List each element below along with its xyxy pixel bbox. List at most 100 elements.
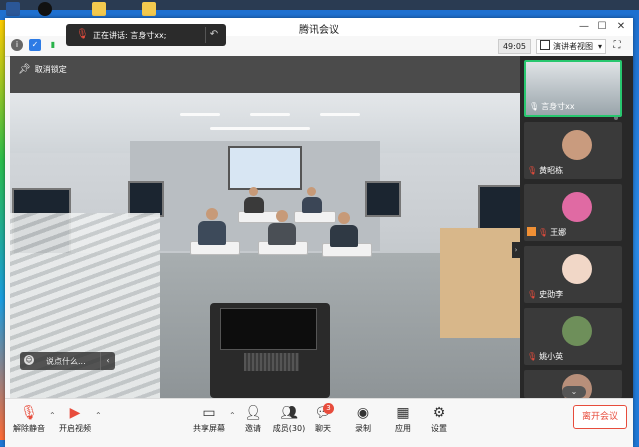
meeting-timer: 49:05 [498, 39, 531, 54]
video-person [198, 221, 226, 245]
camera-off-icon: ▶︎ [69, 405, 81, 421]
participant-name: 姚小英 [539, 352, 564, 361]
speaking-indicator: 🎙︎ 正在讲话: 言身寸xx; ↶ [66, 24, 226, 46]
settings-label: 设置 [431, 424, 447, 433]
participant-avatar [562, 130, 592, 160]
participant-name: 黄昭栋 [539, 166, 564, 175]
mic-muted-icon: 🎙︎ [20, 405, 38, 421]
unmute-button[interactable]: 🎙︎ 解除静音 [7, 403, 51, 434]
ceiling-light [210, 127, 310, 130]
signal-icon[interactable]: ▮ [47, 39, 59, 51]
leave-meeting-button[interactable]: 离开会议 [573, 405, 627, 429]
meeting-window: 腾讯会议 — ☐ ✕ i ✓ ▮ 49:05 演讲者视图▾ ⛶ 📌︎取消锁定 [5, 18, 633, 447]
video-person [330, 225, 358, 247]
participant-tile[interactable]: 🎙︎ 史劭李 [524, 246, 622, 303]
collapse-icon[interactable]: ↶ [205, 27, 222, 43]
ceiling-light [250, 113, 290, 116]
video-person-head [307, 187, 316, 196]
participant-tile[interactable]: 🎙︎ 黄昭栋 [524, 122, 622, 179]
share-screen-icon: ▭ [202, 405, 216, 421]
pin-icon: 📌︎ [18, 64, 31, 75]
record-icon: ◉ [356, 405, 370, 421]
video-person [268, 223, 296, 245]
chevron-left-icon[interactable]: ‹ [100, 352, 115, 370]
desktop-icon-app[interactable] [38, 2, 52, 16]
info-icon[interactable]: i [11, 39, 23, 51]
chat-input-bubble[interactable]: ☺ 说点什么... ‹ [20, 352, 115, 370]
ceiling-light [320, 113, 360, 116]
share-screen-button[interactable]: ▭ 共享屏幕 [187, 403, 231, 434]
desktop-icon-folder[interactable] [92, 2, 106, 16]
shield-icon[interactable]: ✓ [29, 39, 41, 51]
participant-name-row: 🎙︎ 王娜 [527, 227, 566, 238]
chevron-right-icon[interactable]: › [512, 242, 520, 258]
video-stacked-chairs [10, 213, 160, 398]
mic-icon: 🎙︎ [529, 102, 540, 111]
video-podium-keyboard [244, 353, 299, 371]
participant-tile[interactable]: 🎙︎ 姚小英 [524, 308, 622, 365]
mic-muted-icon: 🎙︎ [527, 290, 538, 299]
participant-name-row: 🎙︎ 黄昭栋 [527, 165, 563, 176]
participant-name: 王娜 [550, 228, 567, 237]
participant-avatar [562, 316, 592, 346]
control-bar: 🎙︎ 解除静音 ⌃ ▶︎ 开启视频 ⌃ ▭ 共享屏幕 ⌃ 👤︎ 邀请 👥︎ 成员… [5, 398, 633, 447]
participant-avatar [562, 192, 592, 222]
mic-muted-icon: 🎙︎ [538, 228, 549, 237]
chat-face-icon: ☺ [24, 355, 34, 365]
mic-icon: 🎙︎ [76, 29, 89, 40]
participant-name-row: 🎙︎ 史劭李 [527, 289, 563, 300]
chevron-down-icon[interactable]: ⌄ [562, 386, 586, 398]
fullscreen-icon[interactable]: ⛶ [611, 40, 623, 52]
unmute-label: 解除静音 [13, 424, 45, 433]
unpin-button[interactable]: 📌︎ 取消锁定 [18, 64, 67, 75]
record-label: 录制 [355, 424, 371, 433]
participant-tile[interactable]: 🎙︎ 王娜 [524, 184, 622, 241]
video-person-head [276, 210, 288, 222]
participant-panel: 🎙︎ 言身寸xx 🎙︎ 黄昭栋 🎙︎ 王娜 🎙︎ 史劭李 🎙︎ 姚小英 ⌄ [520, 56, 633, 398]
video-wood-wall [440, 228, 520, 338]
host-icon [527, 227, 536, 236]
unpin-label: 取消锁定 [34, 65, 67, 74]
video-person-head [206, 208, 218, 220]
chevron-up-icon[interactable]: ⌃ [95, 411, 102, 420]
video-person-head [249, 187, 258, 196]
record-button[interactable]: ◉ 录制 [341, 403, 385, 434]
video-front-screen [228, 146, 302, 190]
chat-unread-badge: 3 [323, 403, 334, 414]
maximize-button[interactable]: ☐ [595, 20, 609, 34]
participant-name-row: 🎙︎ 姚小英 [527, 351, 563, 362]
start-video-label: 开启视频 [59, 424, 91, 433]
chevron-down-icon: ▾ [597, 42, 602, 51]
mic-muted-icon: 🎙︎ [527, 352, 538, 361]
participant-tile[interactable]: 🎙︎ 言身寸xx [524, 60, 622, 117]
video-wall-tv [128, 181, 164, 217]
share-screen-label: 共享屏幕 [193, 424, 225, 433]
settings-button[interactable]: ⚙︎ 设置 [417, 403, 461, 434]
view-mode-dropdown[interactable]: 演讲者视图 ▾ [536, 39, 606, 54]
participant-name: 言身寸xx [541, 102, 575, 111]
video-person [302, 197, 322, 213]
grid-icon [540, 40, 550, 50]
close-button[interactable]: ✕ [614, 20, 628, 34]
video-podium [210, 303, 330, 398]
participant-avatar [562, 254, 592, 284]
minimize-button[interactable]: — [577, 20, 591, 34]
chat-label: 聊天 [315, 424, 331, 433]
video-person-head [338, 212, 350, 224]
participant-name: 史劭李 [539, 290, 564, 299]
ceiling-light [180, 113, 220, 116]
speaking-label: 正在讲话: 言身寸xx; [93, 31, 167, 40]
view-mode-label: 演讲者视图 [553, 42, 593, 51]
video-wall-tv [365, 181, 401, 217]
video-person [244, 197, 264, 213]
desktop-icon-folder-2[interactable] [142, 2, 156, 16]
desktop-icon-word[interactable] [6, 2, 20, 16]
mic-muted-icon: 🎙︎ [527, 166, 538, 175]
video-podium-monitor [220, 308, 317, 350]
gear-icon: ⚙︎ [432, 405, 446, 421]
chat-button[interactable]: 💬︎ 聊天 3 [301, 403, 345, 434]
participant-name-row: 🎙︎ 言身寸xx [529, 101, 575, 112]
start-video-button[interactable]: ▶︎ 开启视频 [53, 403, 97, 434]
main-video-stage: 📌︎ 取消锁定 › ☺ 说点什么... ‹ [10, 56, 520, 398]
chat-placeholder: 说点什么... [46, 357, 86, 366]
